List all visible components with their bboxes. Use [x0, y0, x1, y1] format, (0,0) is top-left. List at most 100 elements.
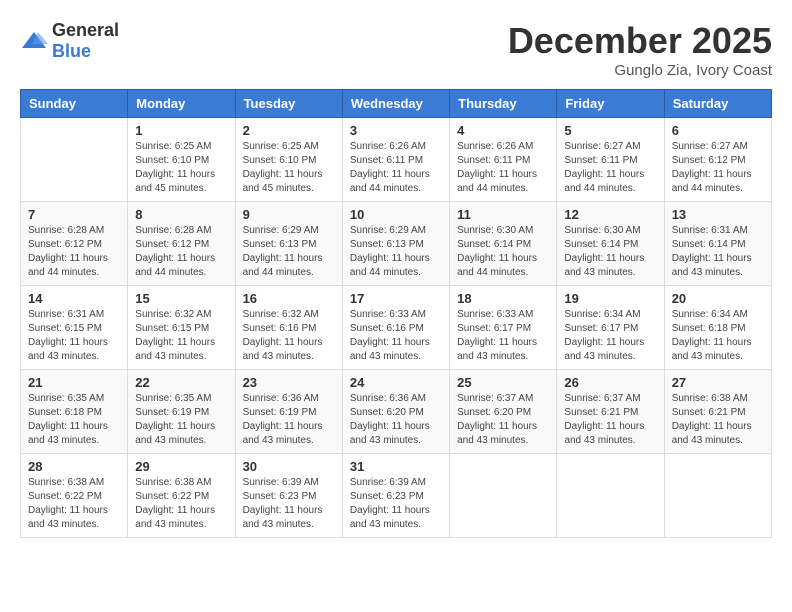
day-info: Sunrise: 6:35 AM Sunset: 6:18 PM Dayligh…	[28, 392, 120, 448]
weekday-header-thursday: Thursday	[450, 90, 557, 118]
day-number: 18	[457, 291, 549, 306]
day-number: 17	[350, 291, 442, 306]
calendar-cell: 27 Sunrise: 6:38 AM Sunset: 6:21 PM Dayli…	[664, 370, 771, 454]
day-info: Sunrise: 6:39 AM Sunset: 6:23 PM Dayligh…	[243, 476, 335, 532]
calendar-cell: 21 Sunrise: 6:35 AM Sunset: 6:18 PM Dayli…	[21, 370, 128, 454]
weekday-header-wednesday: Wednesday	[342, 90, 449, 118]
weekday-header-friday: Friday	[557, 90, 664, 118]
day-info: Sunrise: 6:33 AM Sunset: 6:16 PM Dayligh…	[350, 308, 442, 364]
day-number: 30	[243, 459, 335, 474]
calendar-cell: 28Sunrise: 6:38 AM Sunset: 6:22 PM Dayli…	[21, 454, 128, 538]
day-info: Sunrise: 6:29 AM Sunset: 6:13 PM Dayligh…	[243, 224, 335, 280]
calendar-cell: 13 Sunrise: 6:31 AM Sunset: 6:14 PM Dayli…	[664, 202, 771, 286]
logo-text: General Blue	[52, 20, 119, 62]
day-number: 20	[672, 291, 764, 306]
calendar-cell: 31 Sunrise: 6:39 AM Sunset: 6:23 PM Dayli…	[342, 454, 449, 538]
calendar-cell: 24 Sunrise: 6:36 AM Sunset: 6:20 PM Dayli…	[342, 370, 449, 454]
calendar-cell: 9 Sunrise: 6:29 AM Sunset: 6:13 PM Daylig…	[235, 202, 342, 286]
calendar-cell: 10 Sunrise: 6:29 AM Sunset: 6:13 PM Dayli…	[342, 202, 449, 286]
calendar-cell	[664, 454, 771, 538]
day-number: 1	[135, 123, 227, 138]
day-number: 2	[243, 123, 335, 138]
calendar-cell	[450, 454, 557, 538]
page-header: General Blue December 2025 Gunglo Zia, I…	[20, 20, 772, 79]
calendar-cell	[557, 454, 664, 538]
calendar-cell: 30 Sunrise: 6:39 AM Sunset: 6:23 PM Dayli…	[235, 454, 342, 538]
day-number: 14	[28, 291, 120, 306]
day-info: Sunrise: 6:37 AM Sunset: 6:21 PM Dayligh…	[564, 392, 656, 448]
calendar-cell: 26Sunrise: 6:37 AM Sunset: 6:21 PM Dayli…	[557, 370, 664, 454]
day-number: 6	[672, 123, 764, 138]
location-title: Gunglo Zia, Ivory Coast	[508, 62, 772, 79]
calendar-cell: 5 Sunrise: 6:27 AM Sunset: 6:11 PM Daylig…	[557, 118, 664, 202]
day-number: 11	[457, 207, 549, 222]
calendar-cell: 12Sunrise: 6:30 AM Sunset: 6:14 PM Dayli…	[557, 202, 664, 286]
day-number: 10	[350, 207, 442, 222]
day-info: Sunrise: 6:29 AM Sunset: 6:13 PM Dayligh…	[350, 224, 442, 280]
day-info: Sunrise: 6:30 AM Sunset: 6:14 PM Dayligh…	[564, 224, 656, 280]
day-number: 13	[672, 207, 764, 222]
day-info: Sunrise: 6:34 AM Sunset: 6:18 PM Dayligh…	[672, 308, 764, 364]
day-number: 21	[28, 375, 120, 390]
calendar-week-row: 7 Sunrise: 6:28 AM Sunset: 6:12 PM Daylig…	[21, 202, 772, 286]
calendar-cell: 25Sunrise: 6:37 AM Sunset: 6:20 PM Dayli…	[450, 370, 557, 454]
day-info: Sunrise: 6:35 AM Sunset: 6:19 PM Dayligh…	[135, 392, 227, 448]
calendar-cell: 20 Sunrise: 6:34 AM Sunset: 6:18 PM Dayli…	[664, 286, 771, 370]
day-info: Sunrise: 6:32 AM Sunset: 6:16 PM Dayligh…	[243, 308, 335, 364]
calendar-week-row: 14Sunrise: 6:31 AM Sunset: 6:15 PM Dayli…	[21, 286, 772, 370]
day-number: 7	[28, 207, 120, 222]
day-number: 31	[350, 459, 442, 474]
day-number: 19	[564, 291, 656, 306]
day-info: Sunrise: 6:38 AM Sunset: 6:22 PM Dayligh…	[135, 476, 227, 532]
day-number: 15	[135, 291, 227, 306]
calendar-cell: 15 Sunrise: 6:32 AM Sunset: 6:15 PM Dayli…	[128, 286, 235, 370]
day-number: 24	[350, 375, 442, 390]
day-number: 22	[135, 375, 227, 390]
calendar-week-row: 1 Sunrise: 6:25 AM Sunset: 6:10 PM Daylig…	[21, 118, 772, 202]
day-info: Sunrise: 6:25 AM Sunset: 6:10 PM Dayligh…	[135, 140, 227, 196]
calendar-cell: 3 Sunrise: 6:26 AM Sunset: 6:11 PM Daylig…	[342, 118, 449, 202]
calendar-cell: 29 Sunrise: 6:38 AM Sunset: 6:22 PM Dayli…	[128, 454, 235, 538]
day-info: Sunrise: 6:39 AM Sunset: 6:23 PM Dayligh…	[350, 476, 442, 532]
day-info: Sunrise: 6:26 AM Sunset: 6:11 PM Dayligh…	[350, 140, 442, 196]
logo-general: General	[52, 20, 119, 40]
day-info: Sunrise: 6:27 AM Sunset: 6:12 PM Dayligh…	[672, 140, 764, 196]
day-number: 8	[135, 207, 227, 222]
weekday-header-saturday: Saturday	[664, 90, 771, 118]
day-number: 16	[243, 291, 335, 306]
day-number: 27	[672, 375, 764, 390]
day-number: 4	[457, 123, 549, 138]
day-info: Sunrise: 6:28 AM Sunset: 6:12 PM Dayligh…	[28, 224, 120, 280]
calendar-cell: 4 Sunrise: 6:26 AM Sunset: 6:11 PM Daylig…	[450, 118, 557, 202]
day-number: 3	[350, 123, 442, 138]
calendar-cell: 8 Sunrise: 6:28 AM Sunset: 6:12 PM Daylig…	[128, 202, 235, 286]
day-info: Sunrise: 6:27 AM Sunset: 6:11 PM Dayligh…	[564, 140, 656, 196]
day-info: Sunrise: 6:38 AM Sunset: 6:22 PM Dayligh…	[28, 476, 120, 532]
calendar-cell: 22 Sunrise: 6:35 AM Sunset: 6:19 PM Dayli…	[128, 370, 235, 454]
calendar-cell: 1 Sunrise: 6:25 AM Sunset: 6:10 PM Daylig…	[128, 118, 235, 202]
day-number: 29	[135, 459, 227, 474]
day-info: Sunrise: 6:33 AM Sunset: 6:17 PM Dayligh…	[457, 308, 549, 364]
calendar-week-row: 21 Sunrise: 6:35 AM Sunset: 6:18 PM Dayli…	[21, 370, 772, 454]
calendar-cell: 2 Sunrise: 6:25 AM Sunset: 6:10 PM Daylig…	[235, 118, 342, 202]
day-info: Sunrise: 6:25 AM Sunset: 6:10 PM Dayligh…	[243, 140, 335, 196]
month-title: December 2025	[508, 20, 772, 62]
weekday-header-row: SundayMondayTuesdayWednesdayThursdayFrid…	[21, 90, 772, 118]
calendar-cell: 7 Sunrise: 6:28 AM Sunset: 6:12 PM Daylig…	[21, 202, 128, 286]
day-info: Sunrise: 6:31 AM Sunset: 6:14 PM Dayligh…	[672, 224, 764, 280]
weekday-header-sunday: Sunday	[21, 90, 128, 118]
day-info: Sunrise: 6:32 AM Sunset: 6:15 PM Dayligh…	[135, 308, 227, 364]
day-number: 9	[243, 207, 335, 222]
calendar-cell: 17 Sunrise: 6:33 AM Sunset: 6:16 PM Dayli…	[342, 286, 449, 370]
calendar-cell: 14Sunrise: 6:31 AM Sunset: 6:15 PM Dayli…	[21, 286, 128, 370]
weekday-header-tuesday: Tuesday	[235, 90, 342, 118]
title-block: December 2025 Gunglo Zia, Ivory Coast	[508, 20, 772, 79]
day-info: Sunrise: 6:38 AM Sunset: 6:21 PM Dayligh…	[672, 392, 764, 448]
day-info: Sunrise: 6:37 AM Sunset: 6:20 PM Dayligh…	[457, 392, 549, 448]
day-number: 5	[564, 123, 656, 138]
day-info: Sunrise: 6:26 AM Sunset: 6:11 PM Dayligh…	[457, 140, 549, 196]
day-info: Sunrise: 6:36 AM Sunset: 6:20 PM Dayligh…	[350, 392, 442, 448]
day-info: Sunrise: 6:30 AM Sunset: 6:14 PM Dayligh…	[457, 224, 549, 280]
day-info: Sunrise: 6:28 AM Sunset: 6:12 PM Dayligh…	[135, 224, 227, 280]
calendar-cell: 18 Sunrise: 6:33 AM Sunset: 6:17 PM Dayli…	[450, 286, 557, 370]
